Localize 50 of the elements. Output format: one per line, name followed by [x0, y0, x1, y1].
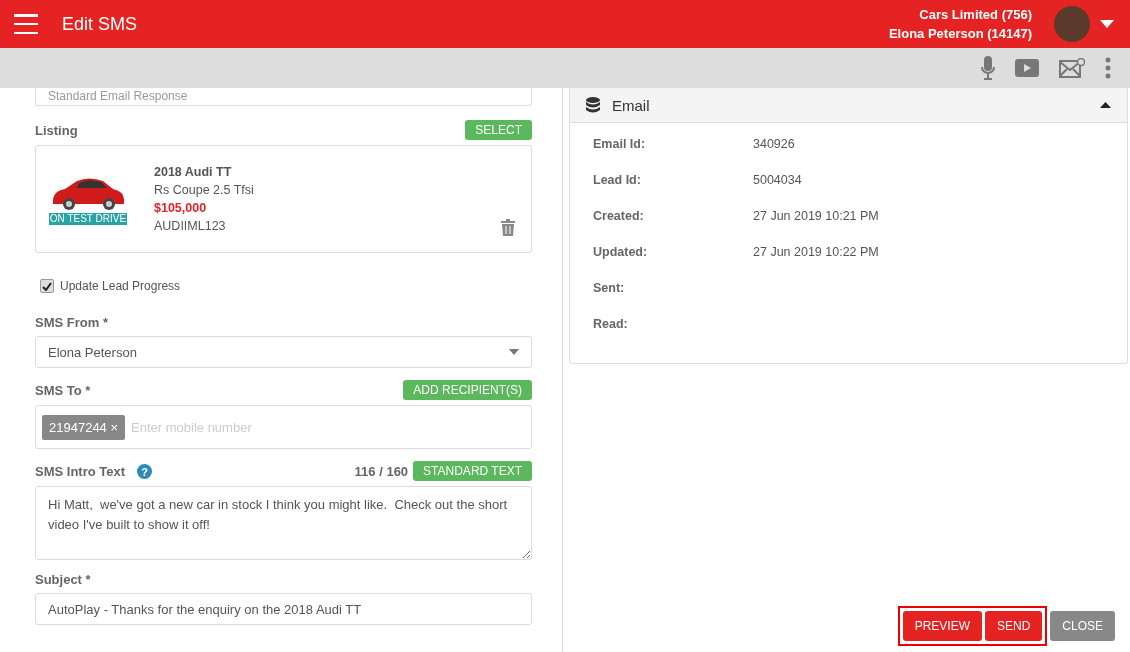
- add-recipient-button[interactable]: ADD RECIPIENT(S): [403, 380, 532, 400]
- company-name: Cars Limited (756): [919, 7, 1032, 22]
- status-badge: ON TEST DRIVE: [48, 213, 128, 225]
- detail-value: 340926: [753, 137, 795, 151]
- listing-price: $105,000: [154, 201, 208, 215]
- detail-value: 27 Jun 2019 10:21 PM: [753, 209, 879, 223]
- template-field[interactable]: Standard Email Response: [35, 88, 532, 106]
- trash-icon[interactable]: [501, 219, 515, 236]
- recipient-tag: 21947244 ×: [42, 414, 126, 440]
- listing-code: AUDIIML123: [154, 219, 227, 233]
- caret-icon[interactable]: [1100, 20, 1114, 28]
- action-button[interactable]: SEND: [984, 611, 1043, 641]
- mail-icon[interactable]: [1059, 58, 1085, 78]
- detail-label: Updated:: [593, 245, 649, 259]
- listing-variant: Rs Coupe 2.5 Tfsi: [154, 183, 254, 197]
- action-button[interactable]: CLOSE: [1050, 611, 1115, 641]
- help-icon[interactable]: ?: [137, 463, 153, 479]
- panel-title: Email: [612, 96, 650, 114]
- listing-label: Listing: [35, 122, 78, 138]
- standard-text-button[interactable]: STANDARD TEXT: [413, 461, 532, 481]
- select-button[interactable]: SELECT: [465, 120, 532, 140]
- listing-title: 2018 Audi TT: [154, 165, 233, 179]
- detail-value: 27 Jun 2019 10:22 PM: [753, 245, 879, 259]
- intro-text-label: SMS Intro Text: [35, 463, 126, 479]
- video-icon[interactable]: [1015, 59, 1039, 77]
- sms-from-select[interactable]: Elona Peterson: [35, 336, 532, 368]
- subject-field[interactable]: AutoPlay - Thanks for the enquiry on the 2018 Audi TT: [35, 593, 532, 625]
- detail-label: Created:: [593, 209, 645, 223]
- detail-label: Sent:: [593, 281, 626, 295]
- checkbox-label: Update Lead Progress: [60, 279, 181, 293]
- dropdown-caret-icon[interactable]: [509, 349, 519, 355]
- more-icon[interactable]: [1105, 57, 1111, 79]
- detail-value: 5004034: [753, 173, 802, 187]
- detail-label: Lead Id:: [593, 173, 642, 187]
- page-title: Edit SMS: [62, 13, 139, 35]
- intro-text-area[interactable]: Hi Matt, we've got a new car in stock I think you might like. Check out the short video I've built to show it off!: [35, 486, 532, 560]
- detail-label: Read:: [593, 317, 629, 331]
- sms-from-label: SMS From *: [35, 315, 109, 330]
- detail-label: Email Id:: [593, 137, 647, 151]
- menu-icon[interactable]: [14, 14, 38, 34]
- avatar[interactable]: [1054, 6, 1090, 42]
- subject-label: Subject *: [35, 572, 92, 587]
- sms-to-label: SMS To *: [35, 382, 91, 398]
- user-name: Elona Peterson (14147): [888, 26, 1032, 41]
- checkbox[interactable]: [40, 279, 54, 293]
- collapse-icon[interactable]: [1100, 102, 1111, 108]
- database-icon: [586, 96, 600, 114]
- action-button[interactable]: PREVIEW: [902, 611, 982, 641]
- microphone-icon[interactable]: [981, 56, 995, 80]
- character-count: 116 / 160: [354, 463, 409, 479]
